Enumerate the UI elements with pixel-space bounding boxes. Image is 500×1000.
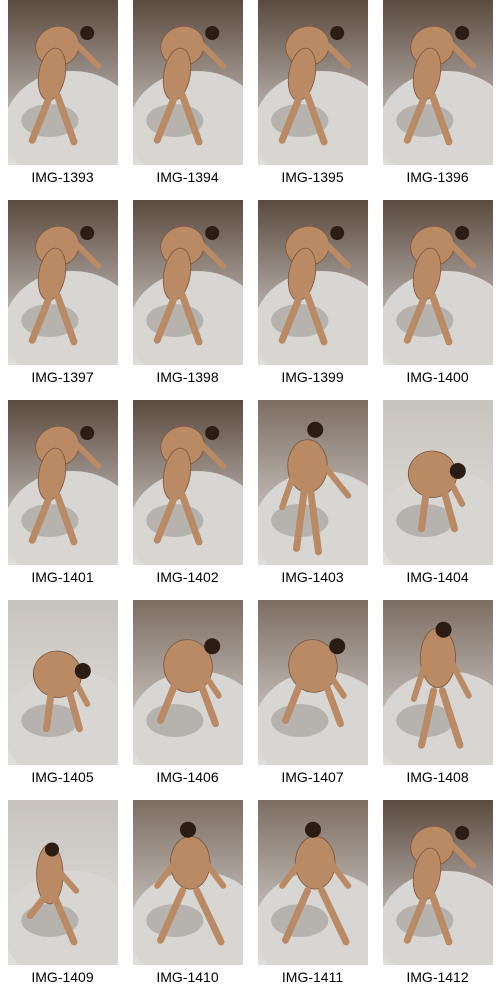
- thumbnail-label: IMG-1399: [281, 369, 344, 385]
- thumbnail-label: IMG-1398: [156, 369, 219, 385]
- thumbnail-image[interactable]: [132, 0, 243, 165]
- thumbnail-image[interactable]: [257, 400, 368, 565]
- thumbnail-label: IMG-1405: [31, 769, 94, 785]
- thumbnail-item[interactable]: IMG-1406: [125, 600, 250, 800]
- thumbnail-label: IMG-1406: [156, 769, 219, 785]
- thumbnail-image[interactable]: [382, 200, 493, 365]
- thumbnail-image[interactable]: [7, 400, 118, 565]
- thumbnail-item[interactable]: IMG-1410: [125, 800, 250, 1000]
- thumbnail-label: IMG-1395: [281, 169, 344, 185]
- thumbnail-image[interactable]: [7, 0, 118, 165]
- thumbnail-item[interactable]: IMG-1405: [0, 600, 125, 800]
- thumbnail-label: IMG-1409: [31, 969, 94, 985]
- thumbnail-item[interactable]: IMG-1402: [125, 400, 250, 600]
- thumbnail-item[interactable]: IMG-1398: [125, 200, 250, 400]
- thumbnail-label: IMG-1397: [31, 369, 94, 385]
- thumbnail-label: IMG-1411: [281, 969, 344, 985]
- thumbnail-item[interactable]: IMG-1412: [375, 800, 500, 1000]
- thumbnail-image[interactable]: [257, 200, 368, 365]
- thumbnail-label: IMG-1393: [31, 169, 94, 185]
- thumbnail-item[interactable]: IMG-1407: [250, 600, 375, 800]
- thumbnail-label: IMG-1408: [406, 769, 469, 785]
- thumbnail-image[interactable]: [132, 600, 243, 765]
- thumbnail-image[interactable]: [257, 800, 368, 965]
- thumbnail-item[interactable]: IMG-1399: [250, 200, 375, 400]
- thumbnail-label: IMG-1396: [406, 169, 469, 185]
- thumbnail-label: IMG-1403: [281, 569, 344, 585]
- thumbnail-image[interactable]: [257, 600, 368, 765]
- thumbnail-item[interactable]: IMG-1393: [0, 0, 125, 200]
- thumbnail-item[interactable]: IMG-1394: [125, 0, 250, 200]
- thumbnail-item[interactable]: IMG-1397: [0, 200, 125, 400]
- thumbnail-item[interactable]: IMG-1401: [0, 400, 125, 600]
- thumbnail-grid: IMG-1393 IMG-1394 IMG-1395 IMG-1396 IMG-1397…: [0, 0, 500, 1000]
- thumbnail-image[interactable]: [257, 0, 368, 165]
- thumbnail-label: IMG-1402: [156, 569, 219, 585]
- thumbnail-label: IMG-1410: [156, 969, 219, 985]
- thumbnail-image[interactable]: [382, 600, 493, 765]
- thumbnail-item[interactable]: IMG-1409: [0, 800, 125, 1000]
- thumbnail-label: IMG-1412: [406, 969, 469, 985]
- thumbnail-image[interactable]: [7, 200, 118, 365]
- thumbnail-image[interactable]: [7, 800, 118, 965]
- thumbnail-item[interactable]: IMG-1404: [375, 400, 500, 600]
- thumbnail-item[interactable]: IMG-1396: [375, 0, 500, 200]
- thumbnail-label: IMG-1407: [281, 769, 344, 785]
- thumbnail-label: IMG-1404: [406, 569, 469, 585]
- thumbnail-label: IMG-1400: [406, 369, 469, 385]
- thumbnail-item[interactable]: IMG-1411: [250, 800, 375, 1000]
- thumbnail-label: IMG-1394: [156, 169, 219, 185]
- thumbnail-image[interactable]: [132, 800, 243, 965]
- thumbnail-label: IMG-1401: [31, 569, 94, 585]
- thumbnail-image[interactable]: [382, 800, 493, 965]
- thumbnail-image[interactable]: [132, 200, 243, 365]
- thumbnail-image[interactable]: [382, 0, 493, 165]
- thumbnail-image[interactable]: [132, 400, 243, 565]
- thumbnail-item[interactable]: IMG-1400: [375, 200, 500, 400]
- thumbnail-image[interactable]: [382, 400, 493, 565]
- thumbnail-item[interactable]: IMG-1408: [375, 600, 500, 800]
- thumbnail-item[interactable]: IMG-1395: [250, 0, 375, 200]
- thumbnail-item[interactable]: IMG-1403: [250, 400, 375, 600]
- thumbnail-image[interactable]: [7, 600, 118, 765]
